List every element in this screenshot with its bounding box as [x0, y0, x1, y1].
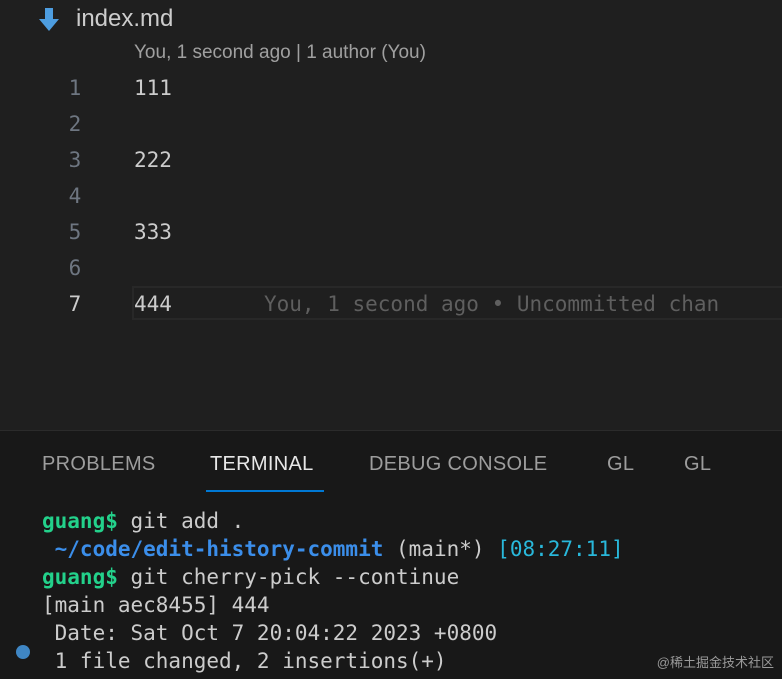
- code-line[interactable]: 222: [134, 142, 172, 178]
- line-number: 1: [68, 76, 82, 100]
- terminal-branch: (main*): [383, 537, 498, 561]
- code-line[interactable]: 333: [134, 214, 172, 250]
- tab-gitlens-2[interactable]: GL: [684, 453, 711, 476]
- line-number-current: 7: [68, 292, 82, 316]
- watermark: @稀土掘金技术社区: [656, 655, 774, 670]
- line-number: 6: [68, 256, 82, 280]
- terminal-line: guang$ git cherry-pick --continue: [42, 563, 459, 591]
- terminal-path: ~/code/edit-history-commit: [42, 537, 384, 561]
- blame-codelens[interactable]: You, 1 second ago | 1 author (You): [134, 42, 426, 64]
- terminal-prompt: guang$: [42, 509, 118, 533]
- tab-problems[interactable]: PROBLEMS: [42, 453, 156, 476]
- terminal-prompt: guang$: [42, 565, 118, 589]
- editor-tab[interactable]: index.md: [38, 4, 173, 34]
- command-decoration-icon[interactable]: [16, 645, 30, 659]
- terminal-command: git add .: [117, 509, 245, 533]
- line-number: 3: [68, 148, 82, 172]
- inline-blame-annotation: You, 1 second ago • Uncommitted chan: [264, 292, 720, 316]
- tab-terminal[interactable]: TERMINAL: [210, 453, 314, 476]
- terminal-line: guang$ git add .: [42, 507, 244, 535]
- terminal-command: git cherry-pick --continue: [117, 565, 460, 589]
- code-line-current[interactable]: 444: [134, 286, 172, 322]
- tab-debug-console[interactable]: DEBUG CONSOLE: [369, 453, 547, 476]
- editor-tab-title: index.md: [76, 5, 174, 32]
- editor-area[interactable]: index.md You, 1 second ago | 1 author (Y…: [0, 0, 782, 430]
- terminal-output-line: 1 file changed, 2 insertions(+): [42, 649, 447, 673]
- line-number: 2: [68, 112, 82, 136]
- terminal-output-line: Date: Sat Oct 7 20:04:22 2023 +0800: [42, 621, 498, 645]
- active-tab-indicator: [206, 490, 324, 492]
- terminal-output-line: [main aec8455] 444: [42, 593, 270, 617]
- bottom-panel: PROBLEMS TERMINAL DEBUG CONSOLE GL GL gu…: [0, 430, 782, 679]
- panel-tab-bar: PROBLEMS TERMINAL DEBUG CONSOLE GL GL: [0, 431, 782, 495]
- tab-gitlens-1[interactable]: GL: [607, 453, 634, 476]
- terminal-time: [08:27:11]: [497, 537, 624, 561]
- code-line[interactable]: 111: [134, 70, 172, 106]
- markdown-icon: [39, 8, 59, 31]
- line-number: 5: [68, 220, 82, 244]
- line-number: 4: [68, 184, 82, 208]
- terminal-line: ~/code/edit-history-commit (main*) [08:2…: [42, 535, 624, 563]
